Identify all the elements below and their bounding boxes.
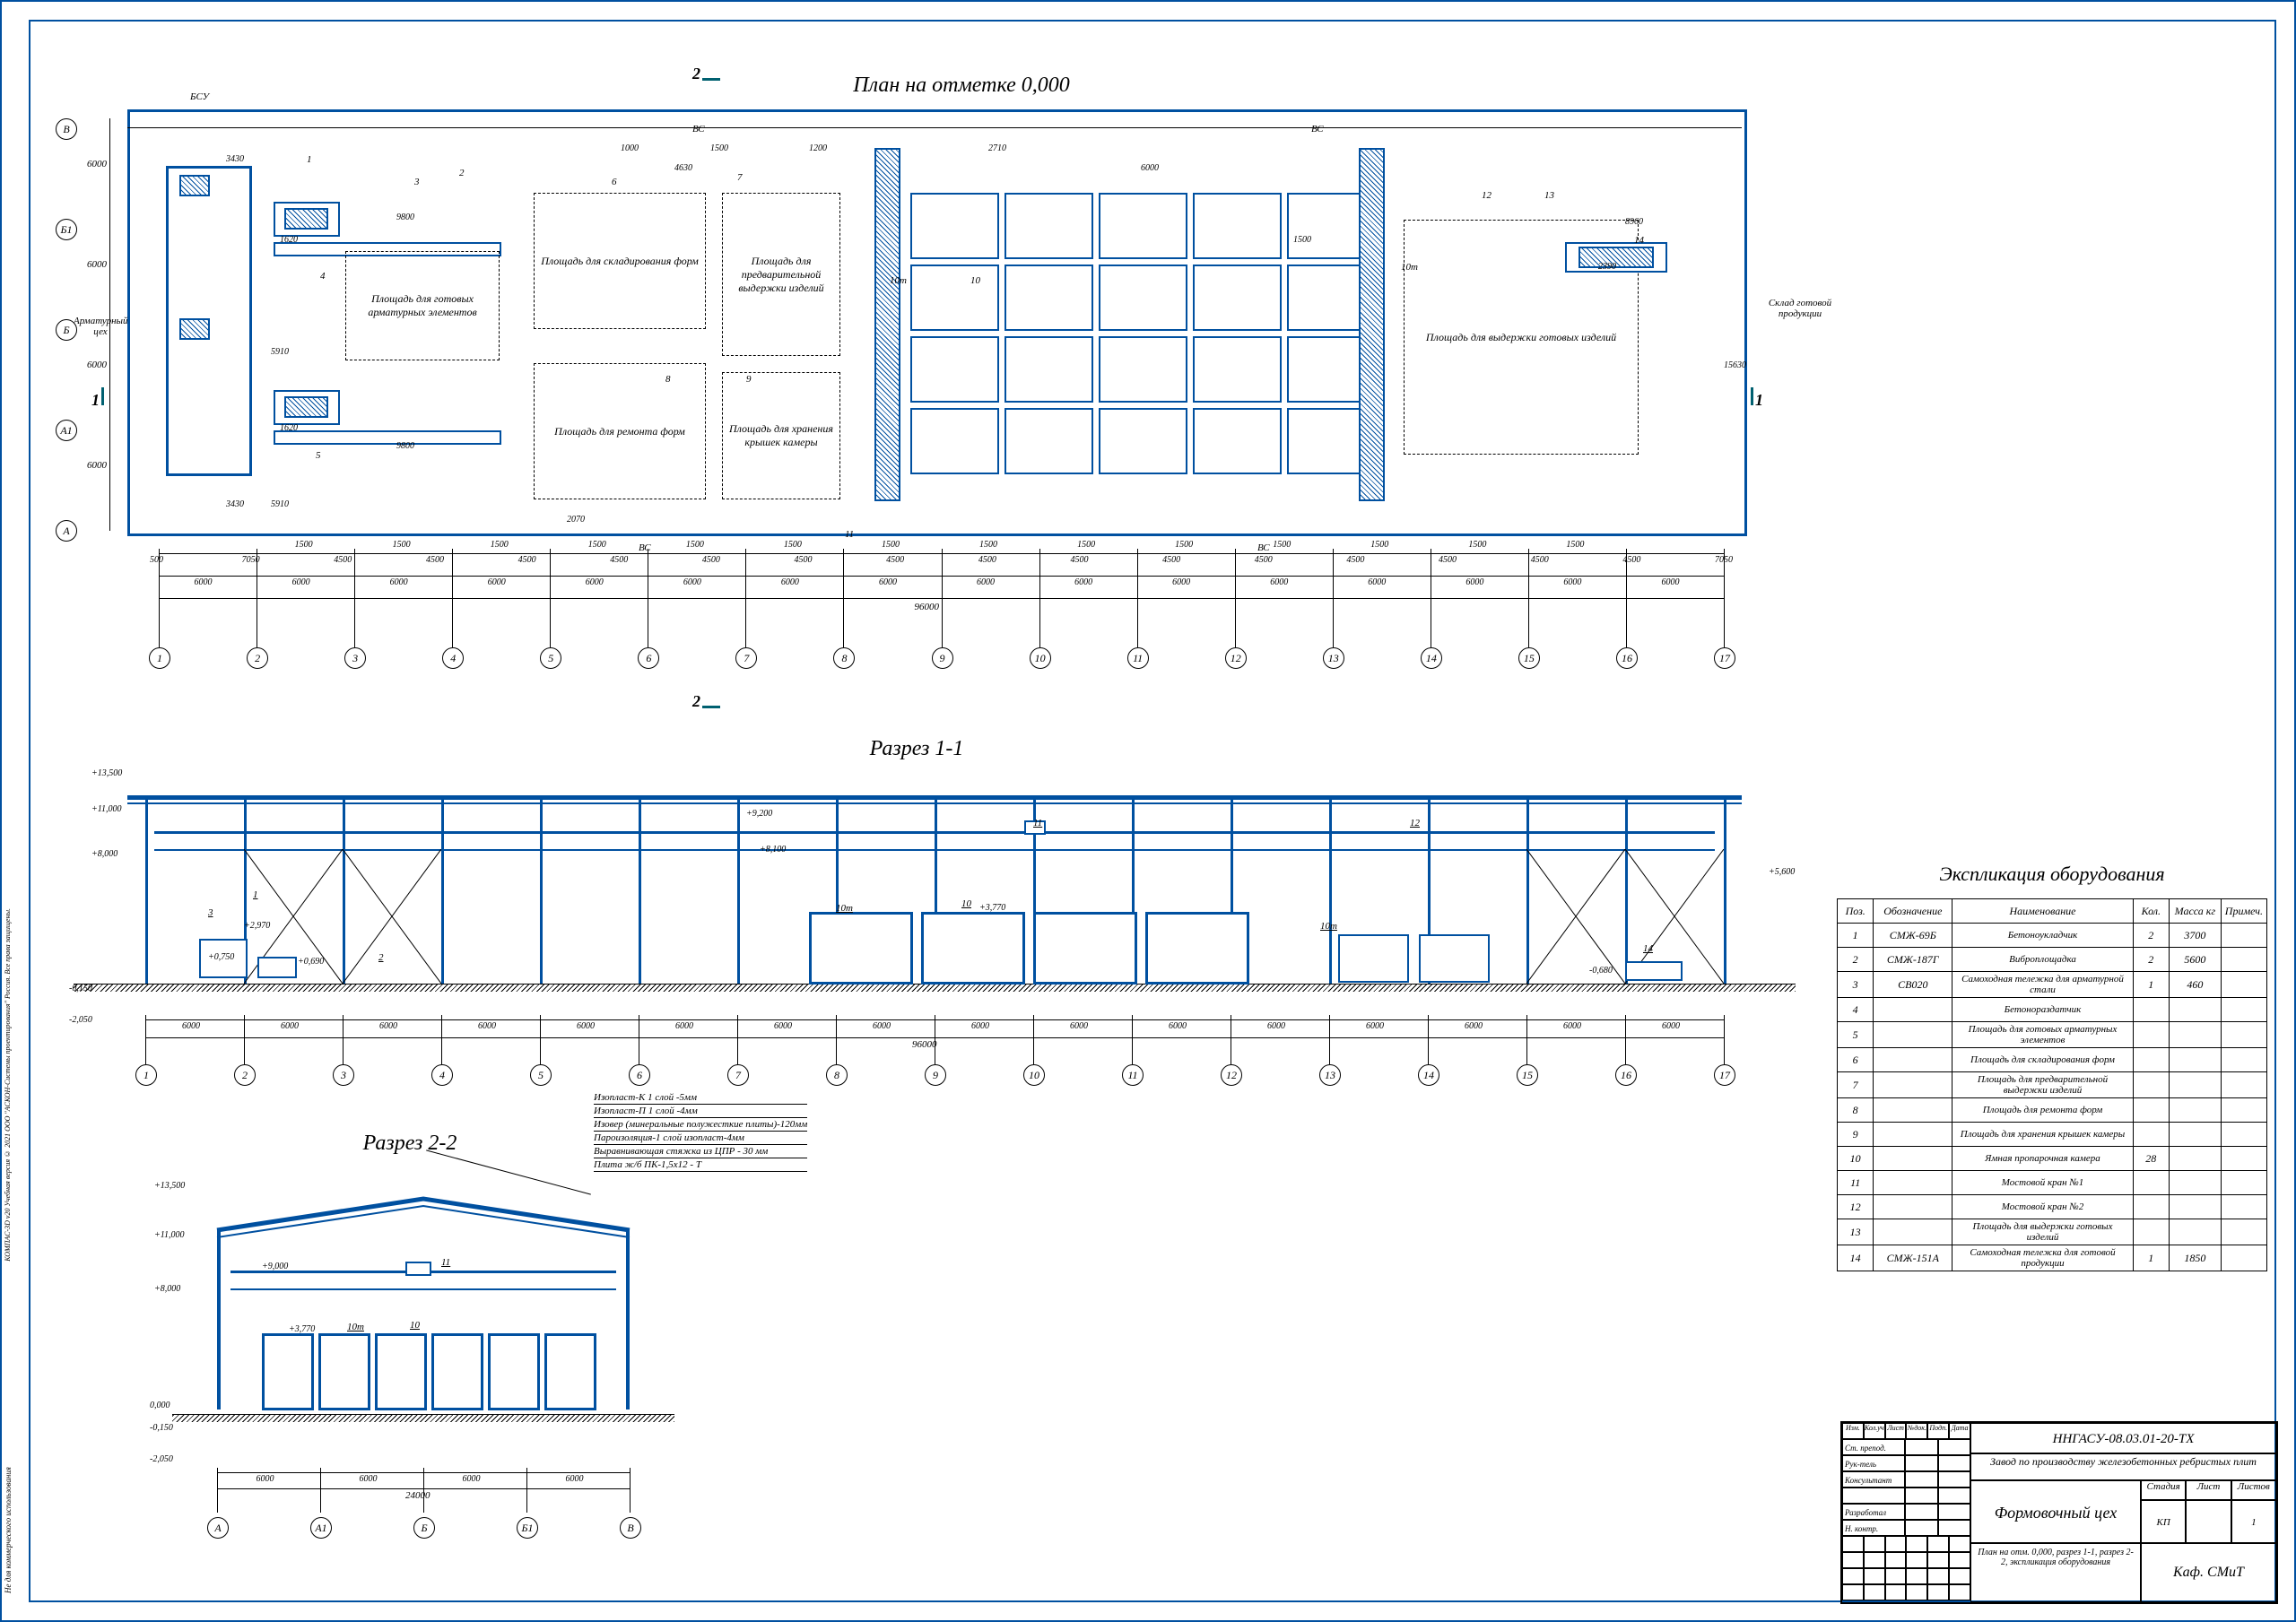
equipment-title: Экспликация оборудования (1837, 863, 2267, 886)
area-9: Площадь для хранения крышек камеры (722, 372, 840, 499)
area-7: Площадь для предварительной выдержки изд… (722, 193, 840, 356)
sec2-title: Разрез 2-2 (298, 1132, 522, 1156)
crane-2 (1359, 148, 1385, 501)
crane-1 (874, 148, 900, 501)
label-sklad: Склад готовой продукции (1760, 298, 1840, 319)
section-2-2 (208, 1185, 639, 1481)
equip-box (179, 318, 210, 340)
area-6: Площадь для складирования форм (534, 193, 706, 329)
equipment-table: Поз.ОбозначениеНаименованиеКол.Масса кгП… (1837, 898, 2267, 1271)
tb-dept: Каф. СМиТ (2141, 1543, 2276, 1602)
equip-box (179, 175, 210, 196)
roof-callout: Изопласт-К 1 слой -5ммИзопласт-П 1 слой … (594, 1091, 807, 1172)
label-bsu: БСУ (190, 91, 209, 102)
area-8: Площадь для ремонта форм (534, 363, 706, 499)
plan-view: Площадь для готовых арматурных элементов… (127, 109, 1747, 536)
drawing-sheet: Не для коммерческого использования КОМПА… (0, 0, 2296, 1622)
watermark-1: Не для коммерческого использования (4, 1467, 13, 1593)
tb-desc: План на отм. 0,000, разрез 1-1, разрез 2… (1970, 1543, 2141, 1602)
sec2-mark-top: 2 (692, 65, 720, 83)
sec2-mark-bot: 2 (692, 692, 720, 711)
section-1-1 (127, 777, 1742, 1046)
title-block: Изм.Кол.учЛист№док.Подп.ДатаСт. препод.Р… (1840, 1421, 2278, 1604)
watermark-2: КОМПАС-3D v20 Учебная версия © 2021 ООО … (4, 908, 12, 1262)
tb-sheet: Формовочный цех (1970, 1480, 2141, 1543)
tb-code: ННГАСУ-08.03.01-20-ТХ (1970, 1423, 2276, 1453)
label-arm: Арматурный цех (74, 316, 127, 337)
area-5: Площадь для готовых арматурных элементов (345, 251, 500, 360)
tb-project: Завод по производству железобетонных реб… (1970, 1453, 2276, 1480)
sec1-mark-r: 1 (1751, 387, 1763, 410)
sec1-title: Разрез 1-1 (782, 737, 1051, 761)
sec1-mark-l: 1 (91, 387, 104, 410)
plan-title: План на отметке 0,000 (782, 74, 1141, 98)
